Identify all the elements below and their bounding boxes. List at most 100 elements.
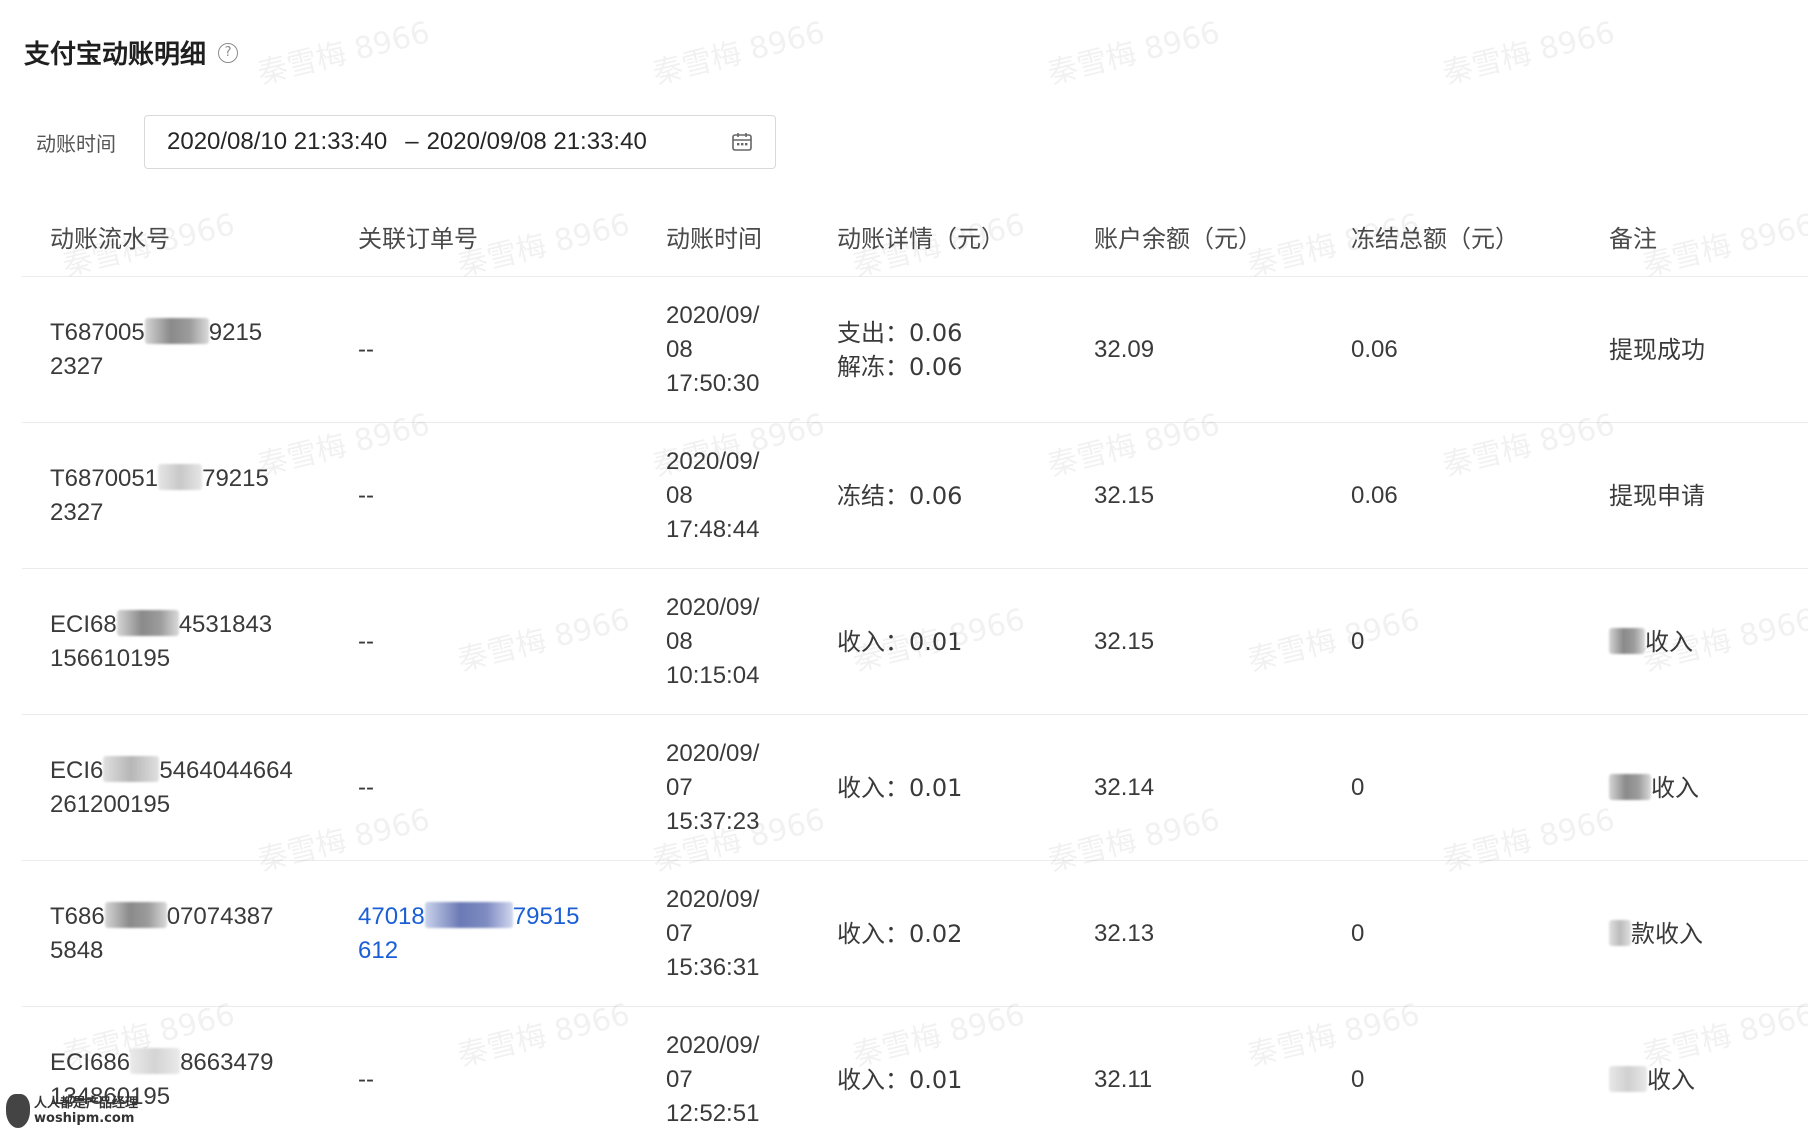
brand-watermark: 人人都是产品经理 woshipm.com — [6, 1094, 138, 1128]
time-part: 07 — [666, 1065, 693, 1093]
serial-part: T687005 — [50, 318, 145, 346]
time-part: 2020/09/ — [666, 593, 760, 621]
detail-line: 收入：0.01 — [837, 1065, 963, 1094]
note-text: 收入 — [1651, 773, 1699, 802]
time-part: 17:50:30 — [666, 369, 760, 397]
column-header: 关联订单号 — [358, 224, 478, 253]
order-link[interactable]: 47018 79515 612 — [330, 900, 638, 968]
serial-part: T686 — [50, 902, 105, 930]
redacted-blur — [1609, 627, 1645, 654]
detail-cell: 收入：0.02 — [809, 917, 1066, 951]
brand-line: 人人都是产品经理 — [34, 1096, 139, 1111]
balance-cell: 32.09 — [1094, 335, 1155, 363]
balance-cell: 32.15 — [1094, 481, 1155, 509]
redacted-blur — [130, 1047, 181, 1074]
serial-part: 2327 — [50, 498, 104, 526]
redacted-blur — [1609, 773, 1651, 800]
note-cell: 提现申请 — [1609, 481, 1705, 510]
calendar-icon[interactable] — [731, 131, 753, 153]
range-separator: – — [405, 128, 419, 155]
time-part: 15:37:23 — [666, 807, 760, 835]
detail-cell: 收入：0.01 — [809, 625, 1066, 659]
column-header: 备注 — [1609, 224, 1657, 253]
detail-line: 冻结：0.06 — [837, 481, 963, 510]
time-part: 10:15:04 — [666, 661, 760, 689]
watermark: 秦雪梅 8966 — [1044, 15, 1224, 92]
serial-part: 8663479 — [180, 1048, 274, 1076]
date-filter-label: 动账时间 — [36, 131, 116, 156]
note-cell: 收入 — [1581, 1063, 1808, 1097]
time-cell: 2020/09/ 08 17:48:44 — [638, 445, 809, 547]
note-cell: 收入 — [1581, 625, 1808, 659]
balance-cell: 32.14 — [1094, 773, 1155, 801]
serial-part: 5464044664 — [159, 756, 293, 784]
serial-number-cell: ECI6 5464044664 261200195 — [22, 754, 330, 822]
serial-part: 2327 — [50, 352, 104, 380]
question-circle-icon[interactable]: ? — [218, 42, 239, 63]
balance-cell: 32.13 — [1094, 919, 1155, 947]
order-cell: -- — [358, 627, 374, 655]
serial-part: 261200195 — [50, 790, 171, 818]
time-cell: 2020/09/ 08 10:15:04 — [638, 591, 809, 693]
column-header: 动账流水号 — [50, 224, 170, 253]
redacted-blur — [104, 901, 167, 928]
time-part: 12:52:51 — [666, 1099, 760, 1127]
redacted-blur — [1609, 1065, 1647, 1092]
serial-number-cell: T686 07074387 5848 — [22, 900, 330, 968]
brand-line: woshipm.com — [34, 1111, 135, 1126]
redacted-blur — [424, 901, 513, 928]
redacted-blur — [103, 755, 160, 782]
table-row: T686 07074387 5848 47018 79515 612 2020/09… — [22, 861, 1808, 1007]
time-part: 15:36:31 — [666, 953, 760, 981]
note-text: 收入 — [1645, 627, 1693, 656]
brand-logo-icon — [6, 1094, 30, 1128]
detail-cell: 收入：0.01 — [809, 1063, 1066, 1097]
serial-number-cell: ECI68 4531843 156610195 — [22, 608, 330, 676]
time-part: 08 — [666, 481, 693, 509]
table-row: ECI6 5464044664 261200195 -- 2020/09/ 07 … — [22, 715, 1808, 861]
frozen-cell: 0.06 — [1351, 481, 1398, 509]
frozen-cell: 0 — [1351, 627, 1365, 655]
time-part: 08 — [666, 335, 693, 363]
time-part: 2020/09/ — [666, 1031, 760, 1059]
table-row: T687005 9215 2327 -- 2020/09/ 08 17:50:30… — [22, 277, 1808, 423]
note-cell: 款收入 — [1581, 917, 1808, 951]
time-part: 2020/09/ — [666, 885, 760, 913]
order-cell: -- — [358, 481, 374, 509]
order-part: 612 — [358, 936, 399, 964]
redacted-blur — [116, 609, 179, 636]
watermark: 秦雪梅 8966 — [1439, 15, 1619, 92]
frozen-cell: 0 — [1351, 773, 1365, 801]
page: 支付宝动账明细 ? 动账时间 2020/08/10 21:33:40 – 202… — [0, 0, 1808, 1142]
order-cell: -- — [358, 1065, 374, 1093]
table-header: 动账流水号 关联订单号 动账时间 动账详情（元） 账户余额（元） 冻结总额（元）… — [22, 196, 1808, 277]
order-part: 47018 — [358, 902, 425, 930]
detail-cell: 冻结：0.06 — [809, 479, 1066, 513]
serial-part: 79215 — [202, 464, 269, 492]
watermark: 秦雪梅 8966 — [649, 15, 829, 92]
transaction-table: 动账流水号 关联订单号 动账时间 动账详情（元） 账户余额（元） 冻结总额（元）… — [22, 196, 1808, 1142]
note-text: 收入 — [1647, 1065, 1695, 1094]
column-header: 动账详情（元） — [837, 224, 1005, 253]
table-row: T6870051 79215 2327 -- 2020/09/ 08 17:48:… — [22, 423, 1808, 569]
redacted-blur — [1609, 919, 1631, 946]
date-range-picker[interactable]: 2020/08/10 21:33:40 – 2020/09/08 21:33:4… — [144, 115, 776, 169]
note-cell: 收入 — [1581, 771, 1808, 805]
frozen-cell: 0 — [1351, 919, 1365, 947]
serial-part: 9215 — [208, 318, 263, 346]
note-cell: 提现成功 — [1609, 335, 1705, 364]
serial-part: 4531843 — [178, 610, 273, 638]
order-cell: -- — [358, 335, 374, 363]
page-title: 支付宝动账明细 — [24, 40, 207, 70]
time-part: 08 — [666, 627, 693, 655]
detail-line: 收入：0.01 — [837, 627, 963, 656]
serial-part: 5848 — [50, 936, 104, 964]
serial-part: 156610195 — [50, 644, 171, 672]
detail-line: 收入：0.02 — [837, 919, 963, 948]
note-text: 款收入 — [1631, 919, 1703, 948]
range-start: 2020/08/10 21:33:40 — [167, 128, 388, 155]
serial-part: ECI6 — [50, 756, 104, 784]
redacted-blur — [144, 317, 209, 344]
time-part: 2020/09/ — [666, 301, 760, 329]
order-cell: -- — [358, 773, 374, 801]
